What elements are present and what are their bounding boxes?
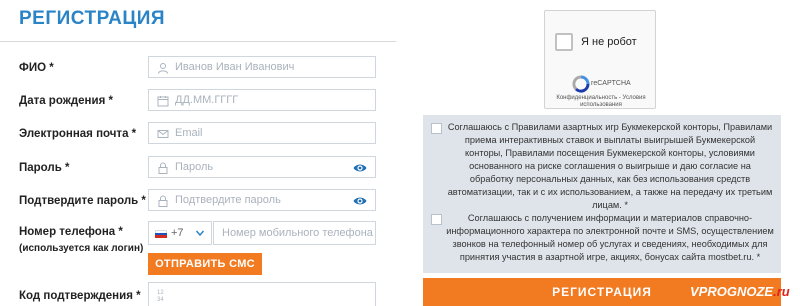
chevron-down-icon: [195, 230, 205, 237]
code-label: Код подтверждения *: [19, 290, 141, 302]
svg-text:34: 34: [157, 297, 164, 302]
eye-icon[interactable]: [353, 195, 367, 207]
consent-rules-checkbox[interactable]: [431, 123, 442, 134]
consent-info-text: Соглашаюсь с получением информации и мат…: [446, 213, 774, 262]
recaptcha-brand: reCAPTCHA: [591, 80, 631, 87]
lock-icon: [158, 195, 168, 207]
russia-flag-icon: [155, 230, 167, 238]
country-code-select[interactable]: +7: [148, 221, 212, 245]
recaptcha-checkbox[interactable]: [555, 33, 573, 51]
country-code: +7: [171, 227, 184, 239]
password-field[interactable]: Пароль: [148, 156, 376, 178]
email-placeholder: Email: [175, 127, 203, 139]
title-divider: [0, 41, 396, 42]
birthdate-field[interactable]: ДД.ММ.ГГГГ: [148, 89, 376, 111]
consent-info-checkbox[interactable]: [431, 214, 442, 225]
recaptcha-widget: Я не робот reCAPTCHA Конфиденциальность …: [544, 10, 656, 109]
user-icon: [158, 63, 168, 74]
email-label: Электронная почта *: [19, 128, 137, 140]
lock-icon: [158, 162, 168, 174]
confirm-password-field[interactable]: Подтвердите пароль: [148, 189, 376, 211]
code-icon: 12 34: [157, 290, 164, 302]
send-sms-button[interactable]: ОТПРАВИТЬ СМС: [148, 253, 262, 275]
fio-placeholder: Иванов Иван Иванович: [175, 61, 295, 73]
confirm-password-label: Подтвердите пароль *: [19, 195, 146, 207]
password-placeholder: Пароль: [175, 161, 214, 173]
watermark-suffix: .ru: [773, 284, 790, 299]
fio-field[interactable]: Иванов Иван Иванович: [148, 56, 376, 78]
phone-placeholder: Номер мобильного телефона: [222, 227, 373, 239]
phone-number-input[interactable]: Номер мобильного телефона: [213, 221, 376, 245]
phone-sublabel: (используется как логин): [19, 243, 144, 254]
birthdate-label: Дата рождения *: [19, 95, 113, 107]
envelope-icon: [157, 130, 169, 138]
svg-text:12: 12: [157, 290, 164, 296]
eye-icon[interactable]: [353, 162, 367, 174]
password-label: Пароль *: [19, 162, 70, 174]
confirm-password-placeholder: Подтвердите пароль: [175, 194, 281, 206]
watermark-logo: VPROGNOZE.ru: [690, 278, 800, 306]
birthdate-placeholder: ДД.ММ.ГГГГ: [175, 94, 239, 106]
recaptcha-label: Я не робот: [581, 36, 637, 48]
fio-label: ФИО *: [19, 62, 54, 74]
email-field[interactable]: Email: [148, 122, 376, 144]
watermark-main: VPROGNOZE: [690, 284, 774, 299]
phone-label: Номер телефона *: [19, 226, 123, 238]
consent-rules-text: Соглашаюсь с Правилами азартных игр Букм…: [447, 122, 773, 210]
calendar-icon: [157, 96, 169, 107]
recaptcha-terms[interactable]: Конфиденциальность - Условия использован…: [549, 95, 653, 109]
recaptcha-logo-icon: [572, 75, 590, 93]
page-title: РЕГИСТРАЦИЯ: [19, 8, 166, 29]
confirmation-code-field[interactable]: 12 34: [148, 282, 376, 306]
consent-panel: Соглашаюсь с Правилами азартных игр Букм…: [423, 115, 781, 273]
